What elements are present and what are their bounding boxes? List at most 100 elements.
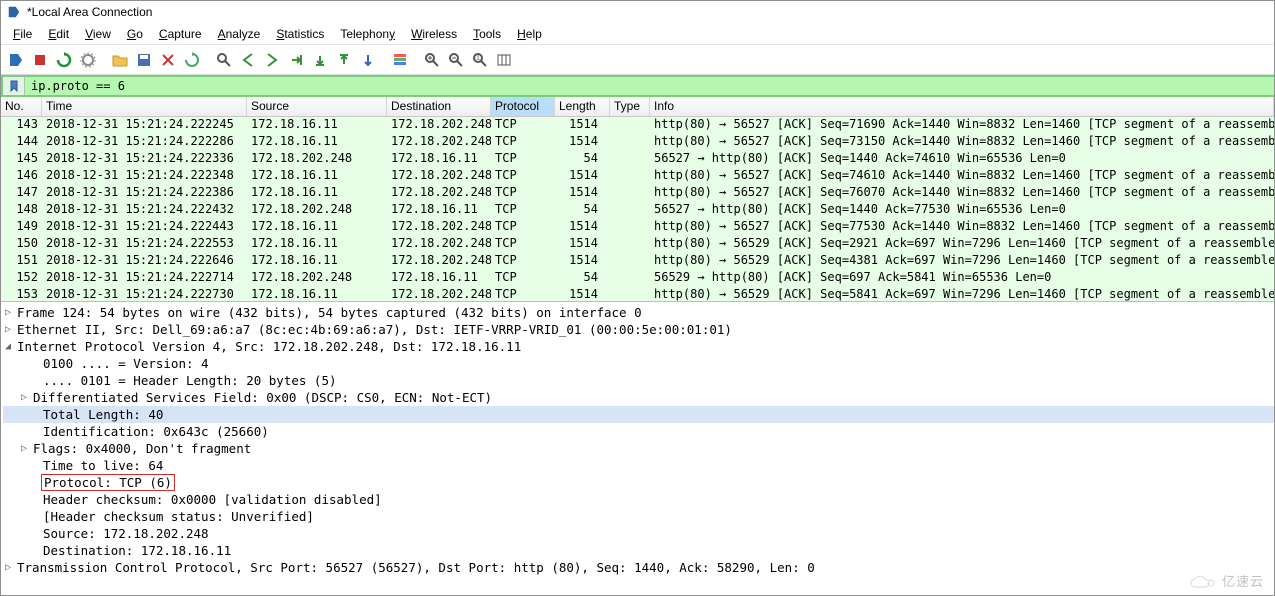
col-source[interactable]: Source [247,97,387,116]
packet-details[interactable]: ▷Frame 124: 54 bytes on wire (432 bits),… [1,302,1274,582]
packet-row[interactable]: 1442018-12-31 15:21:24.222286172.18.16.1… [1,134,1274,151]
packet-list[interactable]: No. Time Source Destination Protocol Len… [1,97,1274,302]
packet-row[interactable]: 1432018-12-31 15:21:24.222245172.18.16.1… [1,117,1274,134]
collapse-icon[interactable]: ◢ [5,341,15,352]
packet-row[interactable]: 1452018-12-31 15:21:24.222336172.18.202.… [1,151,1274,168]
col-protocol[interactable]: Protocol [491,97,555,116]
packet-cell: 146 [1,168,42,185]
find-packet-icon[interactable] [213,49,235,71]
zoom-out-icon[interactable] [445,49,467,71]
packet-cell: 1514 [555,219,610,236]
titlebar[interactable]: *Local Area Connection [1,1,1274,23]
detail-ethernet[interactable]: ▷Ethernet II, Src: Dell_69:a6:a7 (8c:ec:… [3,321,1274,338]
packet-cell: http(80) → 56527 [ACK] Seq=73150 Ack=144… [650,134,1274,151]
packet-cell: 1514 [555,134,610,151]
col-time[interactable]: Time [42,97,247,116]
detail-ip-cksum[interactable]: Header checksum: 0x0000 [validation disa… [3,491,1274,508]
detail-ip-totlen[interactable]: Total Length: 40 [3,406,1274,423]
detail-ip-src[interactable]: Source: 172.18.202.248 [3,525,1274,542]
packet-cell: 172.18.202.248 [247,202,387,219]
col-length[interactable]: Length [555,97,610,116]
packet-cell: 172.18.202.248 [387,236,491,253]
detail-frame[interactable]: ▷Frame 124: 54 bytes on wire (432 bits),… [3,304,1274,321]
packet-cell [610,219,650,236]
colorize-icon[interactable] [389,49,411,71]
menu-capture[interactable]: Capture [151,25,210,43]
menu-help[interactable]: Help [509,25,550,43]
packet-cell: 172.18.202.248 [387,134,491,151]
detail-ip-id[interactable]: Identification: 0x643c (25660) [3,423,1274,440]
packet-cell: 172.18.16.11 [387,202,491,219]
col-info[interactable]: Info [650,97,1274,116]
col-no[interactable]: No. [1,97,42,116]
detail-ip-proto[interactable]: Protocol: TCP (6) [3,474,1274,491]
packet-cell: http(80) → 56529 [ACK] Seq=2921 Ack=697 … [650,236,1274,253]
detail-ip-hlen[interactable]: .... 0101 = Header Length: 20 bytes (5) [3,372,1274,389]
detail-ip-flags[interactable]: ▷Flags: 0x4000, Don't fragment [3,440,1274,457]
packet-row[interactable]: 1532018-12-31 15:21:24.222730172.18.16.1… [1,287,1274,302]
packet-cell: TCP [491,202,555,219]
packet-row[interactable]: 1492018-12-31 15:21:24.222443172.18.16.1… [1,219,1274,236]
go-to-packet-icon[interactable] [285,49,307,71]
packet-cell: 172.18.16.11 [387,270,491,287]
packet-row[interactable]: 1522018-12-31 15:21:24.222714172.18.202.… [1,270,1274,287]
packet-cell [610,236,650,253]
capture-options-icon[interactable] [77,49,99,71]
col-type[interactable]: Type [610,97,650,116]
detail-ip-header[interactable]: ◢Internet Protocol Version 4, Src: 172.1… [3,338,1274,355]
menu-edit[interactable]: Edit [40,25,77,43]
packet-cell: 2018-12-31 15:21:24.222714 [42,270,247,287]
packet-row[interactable]: 1472018-12-31 15:21:24.222386172.18.16.1… [1,185,1274,202]
filter-bookmark-icon[interactable] [3,77,25,95]
col-destination[interactable]: Destination [387,97,491,116]
auto-scroll-icon[interactable] [357,49,379,71]
menu-analyze[interactable]: Analyze [210,25,269,43]
next-packet-icon[interactable] [261,49,283,71]
display-filter-input[interactable] [25,77,1274,95]
packet-cell: 172.18.202.248 [247,270,387,287]
packet-cell: 2018-12-31 15:21:24.222286 [42,134,247,151]
packet-list-body[interactable]: 1432018-12-31 15:21:24.222245172.18.16.1… [1,117,1274,302]
normal-size-icon[interactable]: 1 [469,49,491,71]
reload-file-icon[interactable] [181,49,203,71]
expand-icon[interactable]: ▷ [21,443,31,454]
packet-cell: 172.18.202.248 [387,168,491,185]
restart-capture-icon[interactable] [53,49,75,71]
menu-tools[interactable]: Tools [465,25,509,43]
packet-cell: 172.18.16.11 [247,134,387,151]
detail-ip-ttl[interactable]: Time to live: 64 [3,457,1274,474]
expand-icon[interactable]: ▷ [5,324,15,335]
start-capture-icon[interactable] [5,49,27,71]
save-file-icon[interactable] [133,49,155,71]
expand-icon[interactable]: ▷ [5,307,15,318]
resize-columns-icon[interactable] [493,49,515,71]
detail-ip-version[interactable]: 0100 .... = Version: 4 [3,355,1274,372]
close-file-icon[interactable] [157,49,179,71]
packet-row[interactable]: 1482018-12-31 15:21:24.222432172.18.202.… [1,202,1274,219]
packet-row[interactable]: 1502018-12-31 15:21:24.222553172.18.16.1… [1,236,1274,253]
detail-ip-dst[interactable]: Destination: 172.18.16.11 [3,542,1274,559]
menu-go[interactable]: Go [119,25,151,43]
menu-telephony[interactable]: Telephony [332,25,403,43]
detail-ip-dsfield[interactable]: ▷Differentiated Services Field: 0x00 (DS… [3,389,1274,406]
detail-tcp[interactable]: ▷Transmission Control Protocol, Src Port… [3,559,1274,576]
packet-cell: 54 [555,202,610,219]
display-filter-bar [1,75,1274,97]
packet-cell: http(80) → 56527 [ACK] Seq=77530 Ack=144… [650,219,1274,236]
menu-file[interactable]: File [5,25,40,43]
expand-icon[interactable]: ▷ [21,392,31,403]
packet-row[interactable]: 1512018-12-31 15:21:24.222646172.18.16.1… [1,253,1274,270]
expand-icon[interactable]: ▷ [5,562,15,573]
open-file-icon[interactable] [109,49,131,71]
prev-packet-icon[interactable] [237,49,259,71]
menu-wireless[interactable]: Wireless [403,25,465,43]
stop-capture-icon[interactable] [29,49,51,71]
menu-view[interactable]: View [77,25,119,43]
last-packet-icon[interactable] [333,49,355,71]
menu-stats[interactable]: Statistics [268,25,332,43]
first-packet-icon[interactable] [309,49,331,71]
detail-ip-cksum-status[interactable]: [Header checksum status: Unverified] [3,508,1274,525]
zoom-in-icon[interactable] [421,49,443,71]
packet-cell: 1514 [555,168,610,185]
packet-row[interactable]: 1462018-12-31 15:21:24.222348172.18.16.1… [1,168,1274,185]
